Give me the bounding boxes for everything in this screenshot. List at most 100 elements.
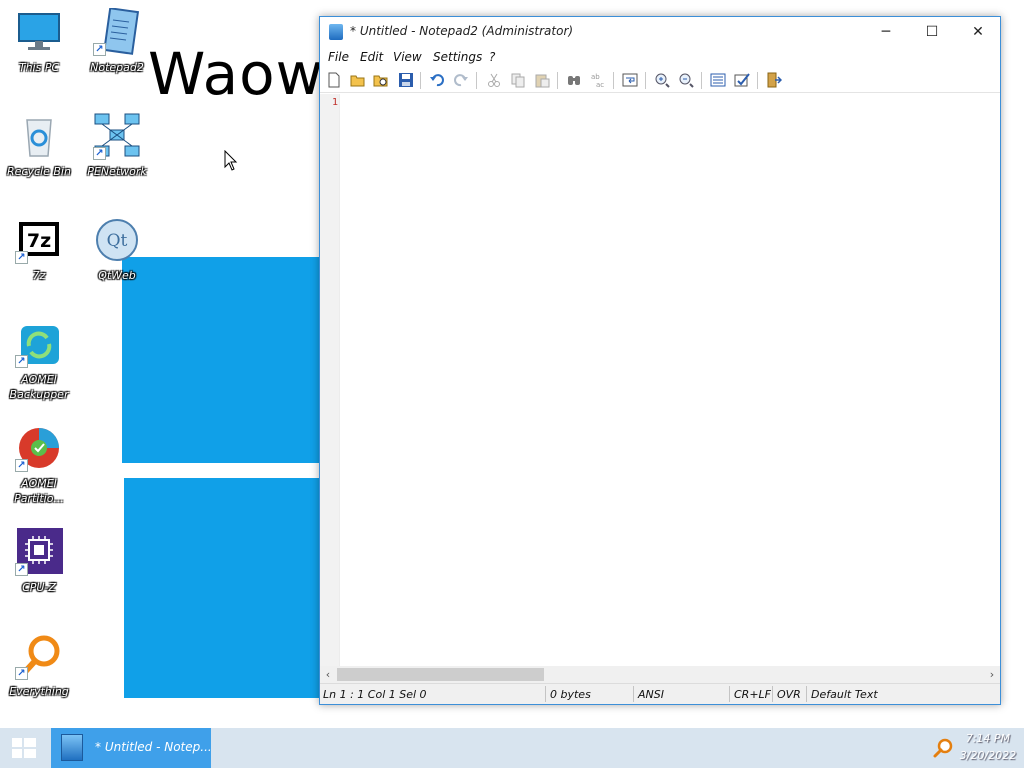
close-button[interactable]: ✕ [955, 17, 1001, 47]
line-number: 1 [332, 97, 339, 108]
desktop-icon-notepad2[interactable]: ↗ Notepad2 [78, 7, 156, 75]
system-clock[interactable]: 7:14 PM 3/20/2022 [958, 730, 1018, 764]
shortcut-arrow-icon: ↗ [15, 563, 28, 576]
svg-text:Qt: Qt [107, 231, 128, 251]
status-separator [772, 686, 773, 702]
taskbar-button-label: * Untitled - Notep... [95, 740, 212, 754]
clock-time: 7:14 PM [965, 732, 1011, 745]
toolbar-separator [701, 72, 702, 89]
shortcut-arrow-icon: ↗ [15, 667, 28, 680]
toolbar-separator [645, 72, 646, 89]
status-line-endings[interactable]: CR+LF [734, 688, 771, 701]
desktop-icon-label: This PC [18, 61, 60, 74]
replace-icon[interactable]: abac [590, 72, 606, 88]
7zip-icon: 7z ↗ [15, 216, 63, 264]
redo-icon[interactable] [453, 72, 469, 88]
desktop-icon-label: 7z [32, 269, 46, 282]
find-icon[interactable] [566, 72, 582, 88]
open-folder-icon[interactable] [350, 72, 366, 88]
scheme-icon[interactable] [710, 72, 726, 88]
desktop-icon-recycle-bin[interactable]: Recycle Bin [0, 112, 78, 179]
shortcut-arrow-icon: ↗ [93, 43, 106, 56]
notepad2-window[interactable]: * Untitled - Notepad2 (Administrator) ─ … [319, 16, 1001, 705]
browse-icon[interactable] [373, 72, 389, 88]
desktop-icon-label: AOMEI Backupper [9, 373, 69, 401]
toolbar: ab ac [320, 68, 1000, 93]
desktop-icon-aomei-partition[interactable]: ↗ AOMEI Partitio... [0, 424, 78, 506]
menu-file[interactable]: File [328, 50, 349, 64]
paste-icon[interactable] [534, 72, 550, 88]
desktop-icon-cpu-z[interactable]: ↗ CPU-Z [0, 528, 78, 595]
taskbar: * Untitled - Notep... 7:14 PM 3/20/2022 [0, 728, 1024, 768]
shortcut-arrow-icon: ↗ [15, 251, 28, 264]
notepad2-app-icon[interactable] [329, 24, 343, 40]
network-icon: ↗ [93, 112, 141, 160]
qt-icon: Qt [93, 216, 141, 264]
notepad-icon: ↗ [93, 7, 141, 56]
monitor-icon [15, 8, 63, 56]
scroll-left-icon[interactable]: ‹ [320, 666, 336, 683]
desktop-icon-label: Notepad2 [90, 61, 144, 74]
toolbar-separator [420, 72, 421, 89]
word-wrap-icon[interactable] [622, 72, 638, 88]
desktop-icon-everything[interactable]: ↗ Everything [0, 632, 78, 699]
status-separator [806, 686, 807, 702]
clock-date: 3/20/2022 [959, 749, 1017, 762]
status-ovr[interactable]: OVR [777, 688, 801, 701]
minimize-button[interactable]: ─ [863, 17, 909, 47]
line-number-gutter: 1 [320, 94, 340, 666]
menu-view[interactable]: View [393, 50, 422, 64]
svg-text:ac: ac [596, 81, 604, 88]
desktop-icon-label: CPU-Z [22, 581, 56, 594]
status-encoding[interactable]: ANSI [638, 688, 664, 701]
toolbar-separator [557, 72, 558, 89]
search-magnifier-icon: ↗ [15, 632, 63, 680]
shortcut-arrow-icon: ↗ [93, 147, 106, 160]
mouse-cursor-icon [224, 150, 238, 171]
zoom-out-icon[interactable] [678, 72, 694, 88]
horizontal-scrollbar[interactable]: ‹ › [320, 666, 1000, 683]
scroll-right-icon[interactable]: › [984, 666, 1000, 683]
start-button-icon[interactable] [0, 728, 48, 768]
desktop-icon-this-pc[interactable]: This PC [0, 8, 78, 75]
svg-text:ab: ab [591, 73, 600, 81]
status-separator [729, 686, 730, 702]
save-icon[interactable] [398, 72, 414, 88]
text-editor-area[interactable]: 1 [320, 94, 1000, 666]
backup-icon: ↗ [15, 320, 63, 368]
partition-icon: ↗ [15, 424, 63, 472]
notepad-icon [61, 734, 83, 761]
menu-help[interactable]: ? [489, 50, 495, 64]
menu-edit[interactable]: Edit [360, 50, 383, 64]
menu-settings[interactable]: Settings [433, 50, 482, 64]
zoom-in-icon[interactable] [654, 72, 670, 88]
desktop-icon-label: QtWeb [98, 269, 136, 282]
copy-icon[interactable] [510, 72, 526, 88]
everything-tray-icon[interactable] [932, 737, 954, 759]
svg-text:7z: 7z [27, 230, 51, 252]
desktop-icon-7z[interactable]: 7z ↗ 7z [0, 216, 78, 283]
new-file-icon[interactable] [326, 72, 342, 88]
cut-icon[interactable] [486, 72, 502, 88]
shortcut-arrow-icon: ↗ [15, 459, 28, 472]
taskbar-button-notepad2[interactable]: * Untitled - Notep... [51, 728, 212, 768]
maximize-button[interactable]: ☐ [909, 17, 955, 47]
desktop-icon-label: Recycle Bin [7, 165, 71, 178]
status-separator [545, 686, 546, 702]
title-bar[interactable]: * Untitled - Notepad2 (Administrator) ─ … [320, 17, 1000, 47]
menu-bar: File Edit View Settings ? [320, 47, 1000, 67]
desktop-icon-aomei-backupper[interactable]: ↗ AOMEI Backupper [0, 320, 78, 402]
status-scheme[interactable]: Default Text [811, 688, 878, 701]
recycle-bin-icon [15, 112, 63, 160]
status-separator [633, 686, 634, 702]
desktop-icon-qtweb[interactable]: Qt QtWeb [78, 216, 156, 283]
undo-icon[interactable] [429, 72, 445, 88]
scrollbar-thumb[interactable] [337, 668, 544, 681]
desktop-icon-penetwork[interactable]: ↗ PENetwork [78, 112, 156, 179]
desktop-icon-label: AOMEI Partitio... [14, 477, 64, 505]
toolbar-separator [757, 72, 758, 89]
customize-scheme-icon[interactable] [734, 72, 750, 88]
toolbar-separator [476, 72, 477, 89]
desktop-icon-label: Everything [9, 685, 69, 698]
exit-icon[interactable] [766, 72, 782, 88]
